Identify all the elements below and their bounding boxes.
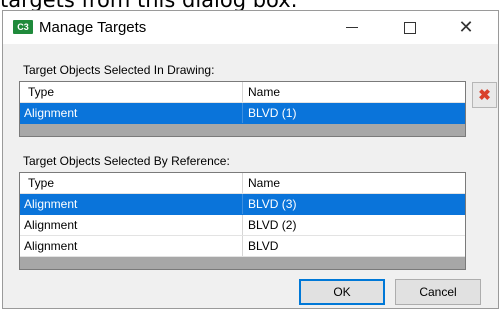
maximize-icon — [404, 21, 416, 34]
row-name: BLVD (2) — [248, 218, 297, 232]
minimize-icon — [346, 27, 358, 28]
close-button[interactable]: ✕ — [443, 11, 489, 44]
drawing-targets-table: Type Name Alignment BLVD (1) — [19, 81, 466, 137]
table-row[interactable]: Alignment BLVD (3) — [20, 194, 465, 215]
reference-section-label: Target Objects Selected By Reference: — [23, 154, 230, 168]
column-header-name[interactable]: Name — [243, 82, 465, 102]
window-title: Manage Targets — [39, 19, 147, 36]
ok-button[interactable]: OK — [299, 279, 385, 305]
table-scroll-area — [20, 257, 465, 269]
minimize-button[interactable] — [329, 11, 375, 44]
column-header-name[interactable]: Name — [243, 173, 465, 193]
table-header: Type Name — [20, 82, 465, 103]
row-name: BLVD (3) — [248, 197, 297, 211]
maximize-button[interactable] — [387, 11, 433, 44]
row-type: Alignment — [20, 215, 243, 235]
title-bar: C3 Manage Targets ✕ — [3, 11, 498, 44]
row-name: BLVD (1) — [248, 106, 297, 120]
column-header-type[interactable]: Type — [20, 173, 243, 193]
manage-targets-dialog: C3 Manage Targets ✕ Target Objects Selec… — [2, 10, 499, 309]
column-header-type[interactable]: Type — [20, 82, 243, 102]
close-icon: ✕ — [458, 16, 474, 38]
reference-targets-table: Type Name Alignment BLVD (3) Alignment B… — [19, 172, 466, 270]
row-type: Alignment — [20, 236, 243, 256]
drawing-section-label: Target Objects Selected In Drawing: — [23, 63, 215, 77]
table-scroll-area — [20, 124, 465, 136]
row-name: BLVD — [248, 239, 279, 253]
row-type: Alignment — [20, 103, 243, 123]
row-type: Alignment — [20, 194, 243, 214]
table-header: Type Name — [20, 173, 465, 194]
delete-icon: ✖ — [478, 87, 491, 104]
table-row[interactable]: Alignment BLVD (1) — [20, 103, 465, 124]
table-row[interactable]: Alignment BLVD (2) — [20, 215, 465, 236]
delete-target-button[interactable]: ✖ — [472, 82, 497, 108]
app-icon: C3 — [13, 20, 33, 34]
table-row[interactable]: Alignment BLVD — [20, 236, 465, 257]
cancel-button[interactable]: Cancel — [395, 279, 481, 305]
